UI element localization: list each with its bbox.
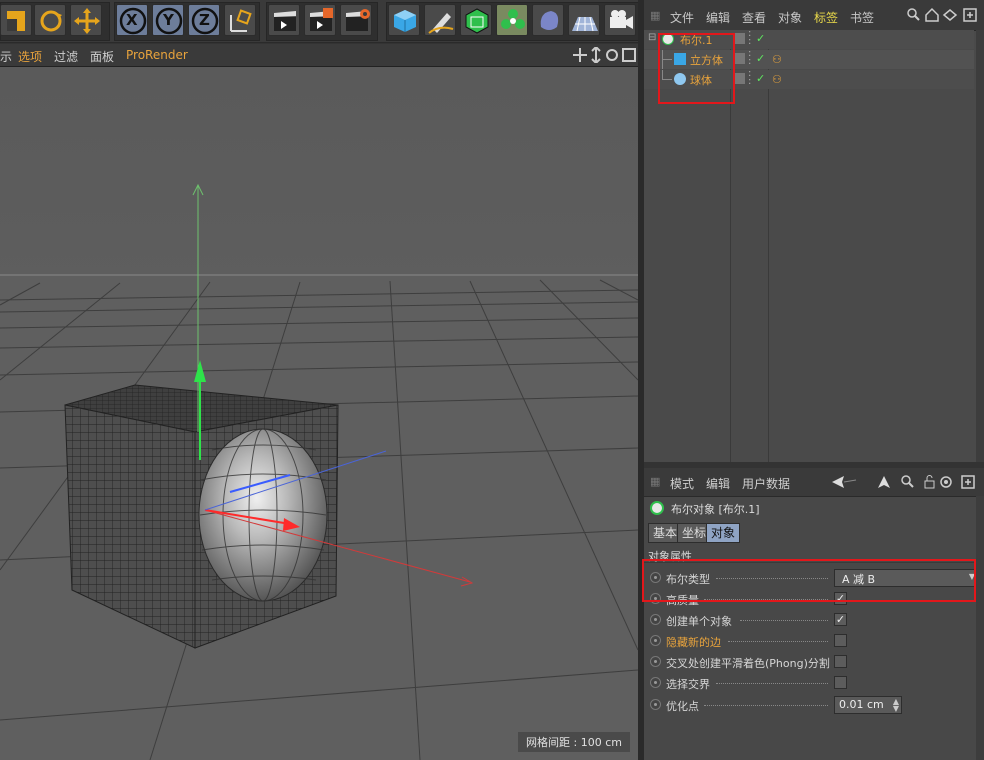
phong-tag-icon[interactable]: ⚇ xyxy=(772,53,782,66)
number-value: 0.01 cm xyxy=(839,698,884,711)
layer-swatch[interactable] xyxy=(734,33,745,44)
main-toolbar: X Y Z xyxy=(0,0,642,43)
3d-viewport[interactable]: 网格间距 : 100 cm xyxy=(0,67,638,760)
am-header-icons[interactable] xyxy=(830,474,982,490)
camera-icon[interactable] xyxy=(604,4,636,36)
prop-hide-new-edges: 隐藏新的边 xyxy=(644,631,984,651)
deformer-icon[interactable] xyxy=(532,4,564,36)
am-scrollbar[interactable] xyxy=(976,496,984,760)
create-single-object-checkbox[interactable]: ✓ xyxy=(834,613,847,626)
animate-radio-icon[interactable] xyxy=(650,635,661,646)
x-axis-lock-button[interactable]: X xyxy=(116,4,148,36)
leader-dots xyxy=(704,705,828,706)
menu-panel[interactable]: 面板 xyxy=(90,48,114,65)
cube-object-icon[interactable] xyxy=(388,4,420,36)
am-object-title: 布尔对象 [布尔.1] xyxy=(671,503,760,516)
render-to-picture-viewer-icon[interactable] xyxy=(304,4,336,36)
leader-dots xyxy=(728,641,828,642)
cloner-icon[interactable] xyxy=(496,4,528,36)
attribute-manager-menu: ▦ 模式 编辑 用户数据 xyxy=(644,468,984,497)
viewport-scene xyxy=(0,67,638,760)
z-axis-lock-button[interactable]: Z xyxy=(188,4,220,36)
floor-environment-icon[interactable] xyxy=(568,4,600,36)
coordinate-system-icon[interactable] xyxy=(224,4,256,36)
tab-object[interactable]: 对象 xyxy=(706,523,741,543)
animate-radio-icon[interactable] xyxy=(650,656,661,667)
hide-new-edges-checkbox[interactable] xyxy=(834,634,847,647)
layer-swatch[interactable] xyxy=(734,53,745,64)
subdivision-surface-icon[interactable] xyxy=(460,4,492,36)
object-manager-menu: ▦ 文件 编辑 查看 对象 标签 书签 xyxy=(644,0,984,31)
animate-radio-icon[interactable] xyxy=(650,614,661,625)
stepper-arrows-icon[interactable]: ▲ ▼ xyxy=(893,698,899,713)
enabled-check-icon[interactable]: ✓ xyxy=(756,72,765,85)
leader-dots xyxy=(740,620,828,621)
layer-swatch[interactable] xyxy=(734,73,745,84)
am-menu-mode[interactable]: 模式 xyxy=(670,475,694,492)
prop-label: 选择交界 xyxy=(666,678,710,691)
visibility-dots-icon[interactable]: :: xyxy=(748,29,751,47)
prop-label: 隐藏新的边 xyxy=(666,636,721,649)
prop-label: 创建单个对象 xyxy=(666,615,732,628)
prop-label: 交叉处创建平滑着色(Phong)分割 xyxy=(666,657,830,670)
menu-options[interactable]: 选项 xyxy=(18,48,42,65)
grip-icon: ▦ xyxy=(650,475,661,488)
move-tool-icon[interactable] xyxy=(70,4,102,36)
prop-select-intersection: 选择交界 xyxy=(644,673,984,693)
animate-radio-icon[interactable] xyxy=(650,699,661,710)
phong-tag-icon[interactable]: ⚇ xyxy=(772,73,782,86)
y-axis-lock-button[interactable]: Y xyxy=(152,4,184,36)
am-menu-edit[interactable]: 编辑 xyxy=(706,475,730,492)
render-view-icon[interactable] xyxy=(268,4,300,36)
enabled-check-icon[interactable]: ✓ xyxy=(756,32,765,45)
prop-phong-break: 交叉处创建平滑着色(Phong)分割 xyxy=(644,652,984,672)
collapse-icon[interactable]: ⊟ xyxy=(648,32,656,43)
object-manager: ▦ 文件 编辑 查看 对象 标签 书签 ⊟ 布尔.1 :: ✓ 立方体 :: ✓… xyxy=(644,0,984,462)
prop-optimize-points: 优化点 0.01 cm ▲ ▼ xyxy=(644,695,984,715)
visibility-dots-icon[interactable]: :: xyxy=(748,49,751,67)
y-axis-label: Y xyxy=(163,11,174,29)
animate-radio-icon[interactable] xyxy=(650,677,661,688)
menu-prorender[interactable]: ProRender xyxy=(126,48,188,62)
annotation-box-children xyxy=(658,33,735,104)
x-axis-label: X xyxy=(126,11,138,29)
grid-spacing-label: 网格间距 : 100 cm xyxy=(518,732,630,752)
select-intersection-checkbox[interactable] xyxy=(834,676,847,689)
om-menu-file[interactable]: 文件 xyxy=(670,9,694,26)
om-menu-view[interactable]: 查看 xyxy=(742,9,766,26)
visibility-dots-icon[interactable]: :: xyxy=(748,69,751,87)
grip-icon: ▦ xyxy=(650,9,661,22)
prop-label: 优化点 xyxy=(666,700,699,713)
menu-show[interactable]: 示 xyxy=(0,48,12,65)
om-column-divider xyxy=(768,30,769,462)
prop-create-single-object: 创建单个对象 ✓ xyxy=(644,610,984,630)
z-axis-label: Z xyxy=(199,11,210,29)
om-menu-objects[interactable]: 对象 xyxy=(778,9,802,26)
viewport-menu-bar: 示 选项 过滤 面板 ProRender xyxy=(0,44,640,67)
am-menu-userdata[interactable]: 用户数据 xyxy=(742,475,790,492)
optimize-points-input[interactable]: 0.01 cm ▲ ▼ xyxy=(834,696,902,714)
attribute-manager: ▦ 模式 编辑 用户数据 布尔对象 [布尔.1] 基本 坐标 对象 对象属性 布… xyxy=(642,468,984,760)
viewport-nav-controls xyxy=(572,45,638,65)
leader-dots xyxy=(716,683,828,684)
phong-break-checkbox[interactable] xyxy=(834,655,847,668)
boole-icon xyxy=(650,501,664,515)
rotate-tool-icon[interactable] xyxy=(34,4,66,36)
scale-tool-icon[interactable] xyxy=(0,4,32,36)
om-scrollbar[interactable] xyxy=(976,30,984,462)
pen-spline-icon[interactable] xyxy=(424,4,456,36)
om-menu-edit[interactable]: 编辑 xyxy=(706,9,730,26)
annotation-box-boolean-type xyxy=(642,559,976,602)
om-header-icons[interactable] xyxy=(906,7,982,23)
menu-filter[interactable]: 过滤 xyxy=(54,48,78,65)
om-menu-bookmarks[interactable]: 书签 xyxy=(850,9,874,26)
enabled-check-icon[interactable]: ✓ xyxy=(756,52,765,65)
om-menu-tags[interactable]: 标签 xyxy=(814,9,838,26)
render-settings-icon[interactable] xyxy=(340,4,372,36)
